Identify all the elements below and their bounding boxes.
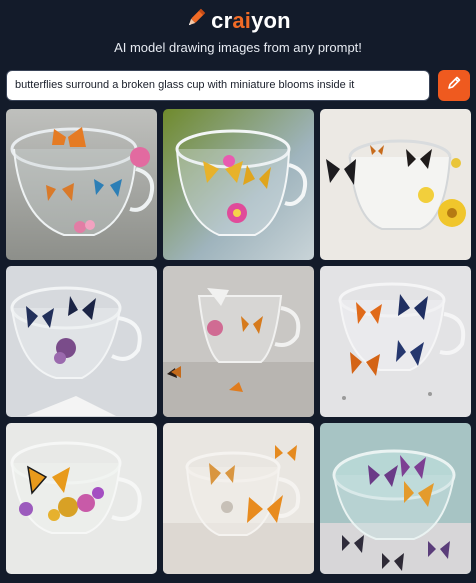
generated-image-1[interactable] (6, 109, 157, 260)
logo-text: craiyon (211, 7, 291, 33)
tagline: AI model drawing images from any prompt! (114, 40, 362, 55)
craiyon-logo[interactable]: craiyon (0, 7, 476, 34)
image-grid (6, 109, 471, 574)
generated-image-4[interactable] (6, 266, 157, 417)
pencil-icon (446, 75, 462, 96)
pencil-logo-icon (185, 7, 207, 34)
generated-image-8[interactable] (163, 423, 314, 574)
prompt-input[interactable]: butterflies surround a broken glass cup … (6, 70, 430, 101)
generated-image-5[interactable] (163, 266, 314, 417)
generated-image-6[interactable] (320, 266, 471, 417)
draw-button[interactable] (438, 70, 470, 101)
generated-image-9[interactable] (320, 423, 471, 574)
generated-image-3[interactable] (320, 109, 471, 260)
generated-image-7[interactable] (6, 423, 157, 574)
generated-image-2[interactable] (163, 109, 314, 260)
